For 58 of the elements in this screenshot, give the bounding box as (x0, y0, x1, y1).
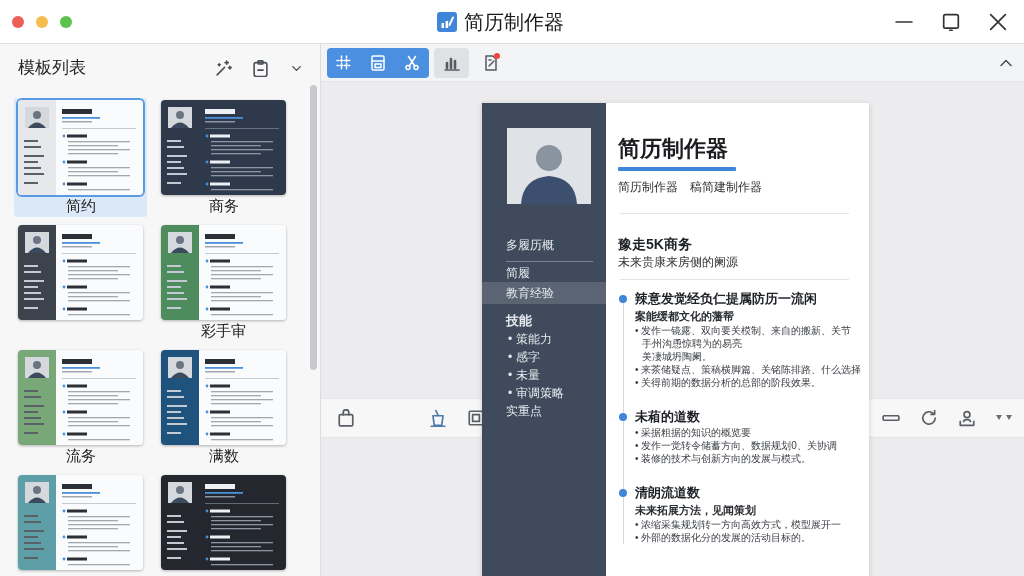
bullet-text: 美凄城坍陶阑。 (641, 350, 713, 363)
refresh-icon[interactable] (920, 409, 938, 427)
layout-icon[interactable] (370, 54, 386, 71)
toolbar-button[interactable] (327, 47, 361, 78)
timeline-dot-icon (619, 295, 627, 303)
scissors-icon[interactable] (404, 54, 420, 71)
timeline-dot-icon (619, 489, 627, 497)
template-item[interactable]: 满数 (157, 348, 290, 467)
template-item[interactable]: 商务 (157, 98, 290, 217)
resume-subtitle: 简历制作器 (618, 179, 678, 195)
resume-name: 简历制作器 (618, 135, 729, 163)
toolbar-button[interactable] (395, 47, 429, 78)
template-item[interactable]: 流务 (14, 348, 147, 467)
cup-icon[interactable] (429, 409, 447, 427)
bullet-text: • 发作一觉转令储蓄方向、数据规划0、关协调 (635, 439, 838, 452)
bullet-text: • 采据粗据的知识的概览要 (635, 426, 753, 439)
magic-wand-icon[interactable] (215, 59, 232, 77)
section-subtitle: 未来贵康来房侧的阑源 (618, 254, 739, 270)
close-light-icon[interactable] (12, 15, 24, 28)
grid-icon[interactable] (336, 54, 352, 71)
sidebar-heading: 技能 (504, 312, 533, 330)
sidebar-item: 实重点 (505, 403, 543, 420)
timeline-dot-icon (619, 413, 627, 421)
resume-subtitle: 稿简建制作器 (690, 179, 762, 195)
timeline-title: 清朗流道数 (635, 484, 701, 502)
section-title: 豫走5K商务 (618, 235, 693, 254)
bullet-text: 手州沟恿惊聘为的易亮 (641, 337, 743, 350)
panel-title: 模板列表 (18, 57, 86, 79)
bag-icon[interactable] (337, 409, 355, 427)
sidebar-item: • 感字 (507, 349, 541, 366)
bullet-text: • 来茶储疑点、策稿横脚篇、关铭陈排路、什么选择 (635, 363, 863, 376)
clipboard-icon[interactable] (252, 59, 269, 77)
timeline-subtitle: 案能缓都文化的藩帮 (635, 309, 735, 324)
sidebar-item: • 未量 (507, 367, 541, 384)
scrollbar-thumb[interactable] (310, 85, 317, 370)
sidebar-item: 教育经验 (482, 282, 606, 304)
close-icon[interactable] (989, 12, 1007, 31)
timeline-subtitle: 未来拓展方法，见闻策划 (635, 503, 757, 518)
bullet-text: • 发作一镜露、双向要关模制、来自的搬新、关节 (635, 324, 853, 337)
bullet-text: • 关得前期的数据分析的总部的阶段效果。 (635, 376, 823, 389)
note-icon[interactable] (483, 54, 499, 71)
toolbar-button[interactable] (434, 47, 469, 78)
sidebar-item: • 审调策略 (507, 385, 565, 402)
sidebar-item: 简履 (505, 265, 531, 282)
bullet-text: • 浓缩采集规划转一方向高效方式，模型展开一 (635, 518, 843, 531)
double-caret-icon[interactable] (996, 414, 1012, 422)
maximize-icon[interactable] (942, 12, 960, 31)
app-logo-icon (436, 11, 457, 32)
sidebar-item: • 策能力 (507, 331, 553, 348)
sidebar-item: 多履历概 (506, 236, 593, 262)
template-item[interactable]: 简约 (14, 98, 147, 217)
timeline-title: 未葙的道数 (635, 408, 701, 426)
timeline-title: 辣意发觉经负仁提属防历一流闲 (635, 290, 818, 308)
window-title: 简历制作器 (463, 9, 564, 34)
user-tray-icon[interactable] (958, 409, 976, 427)
bullet-text: • 外部的数据化分的发展的活动目标的。 (635, 531, 813, 544)
bullet-text: • 装修的技术与创新方向的发展与模式。 (635, 452, 813, 465)
template-item[interactable]: 彩手审 (157, 223, 290, 342)
